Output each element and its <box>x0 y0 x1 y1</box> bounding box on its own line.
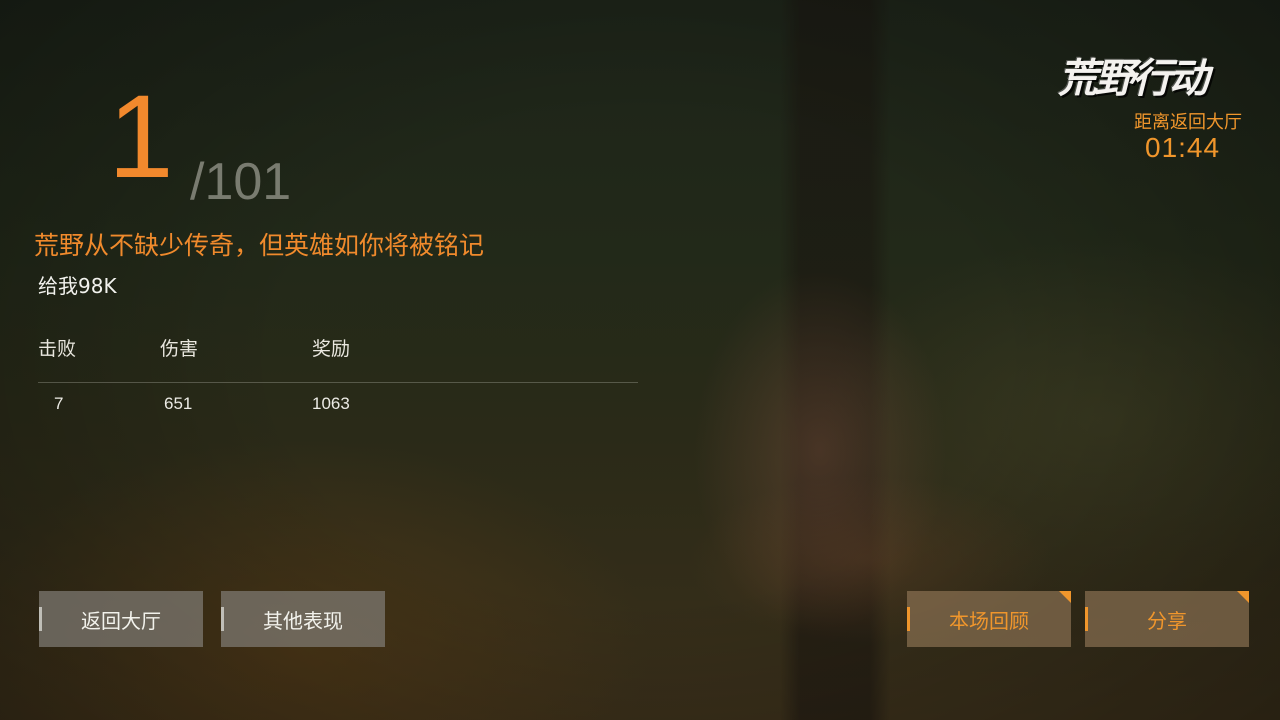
stat-value-damage: 651 <box>164 394 193 413</box>
stat-value-kills: 7 <box>54 394 64 413</box>
countdown-timer: 01:44 <box>1145 132 1221 163</box>
stats-divider <box>38 382 638 383</box>
stats-value-row: 7 651 1063 <box>38 394 638 424</box>
share-button[interactable]: 分享 <box>1085 591 1249 647</box>
return-lobby-button[interactable]: 返回大厅 <box>39 591 203 647</box>
stat-header-damage: 伤害 <box>160 338 199 360</box>
stat-header-kills: 击败 <box>38 338 77 360</box>
countdown-label: 距离返回大厅 <box>1134 112 1242 133</box>
other-performance-button[interactable]: 其他表现 <box>221 591 385 647</box>
game-logo: 荒野行动 <box>1058 56 1209 102</box>
stat-header-reward: 奖励 <box>312 338 351 360</box>
stat-value-reward: 1063 <box>312 394 350 413</box>
total-players: /101 <box>190 153 292 211</box>
rank-number: 1 <box>108 71 174 203</box>
stats-header-row: 击败 伤害 奖励 <box>38 334 638 364</box>
player-subtitle: 给我98K <box>38 274 117 298</box>
victory-slogan: 荒野从不缺少传奇，但英雄如你将被铭记 <box>34 231 485 260</box>
match-replay-button[interactable]: 本场回顾 <box>907 591 1071 647</box>
